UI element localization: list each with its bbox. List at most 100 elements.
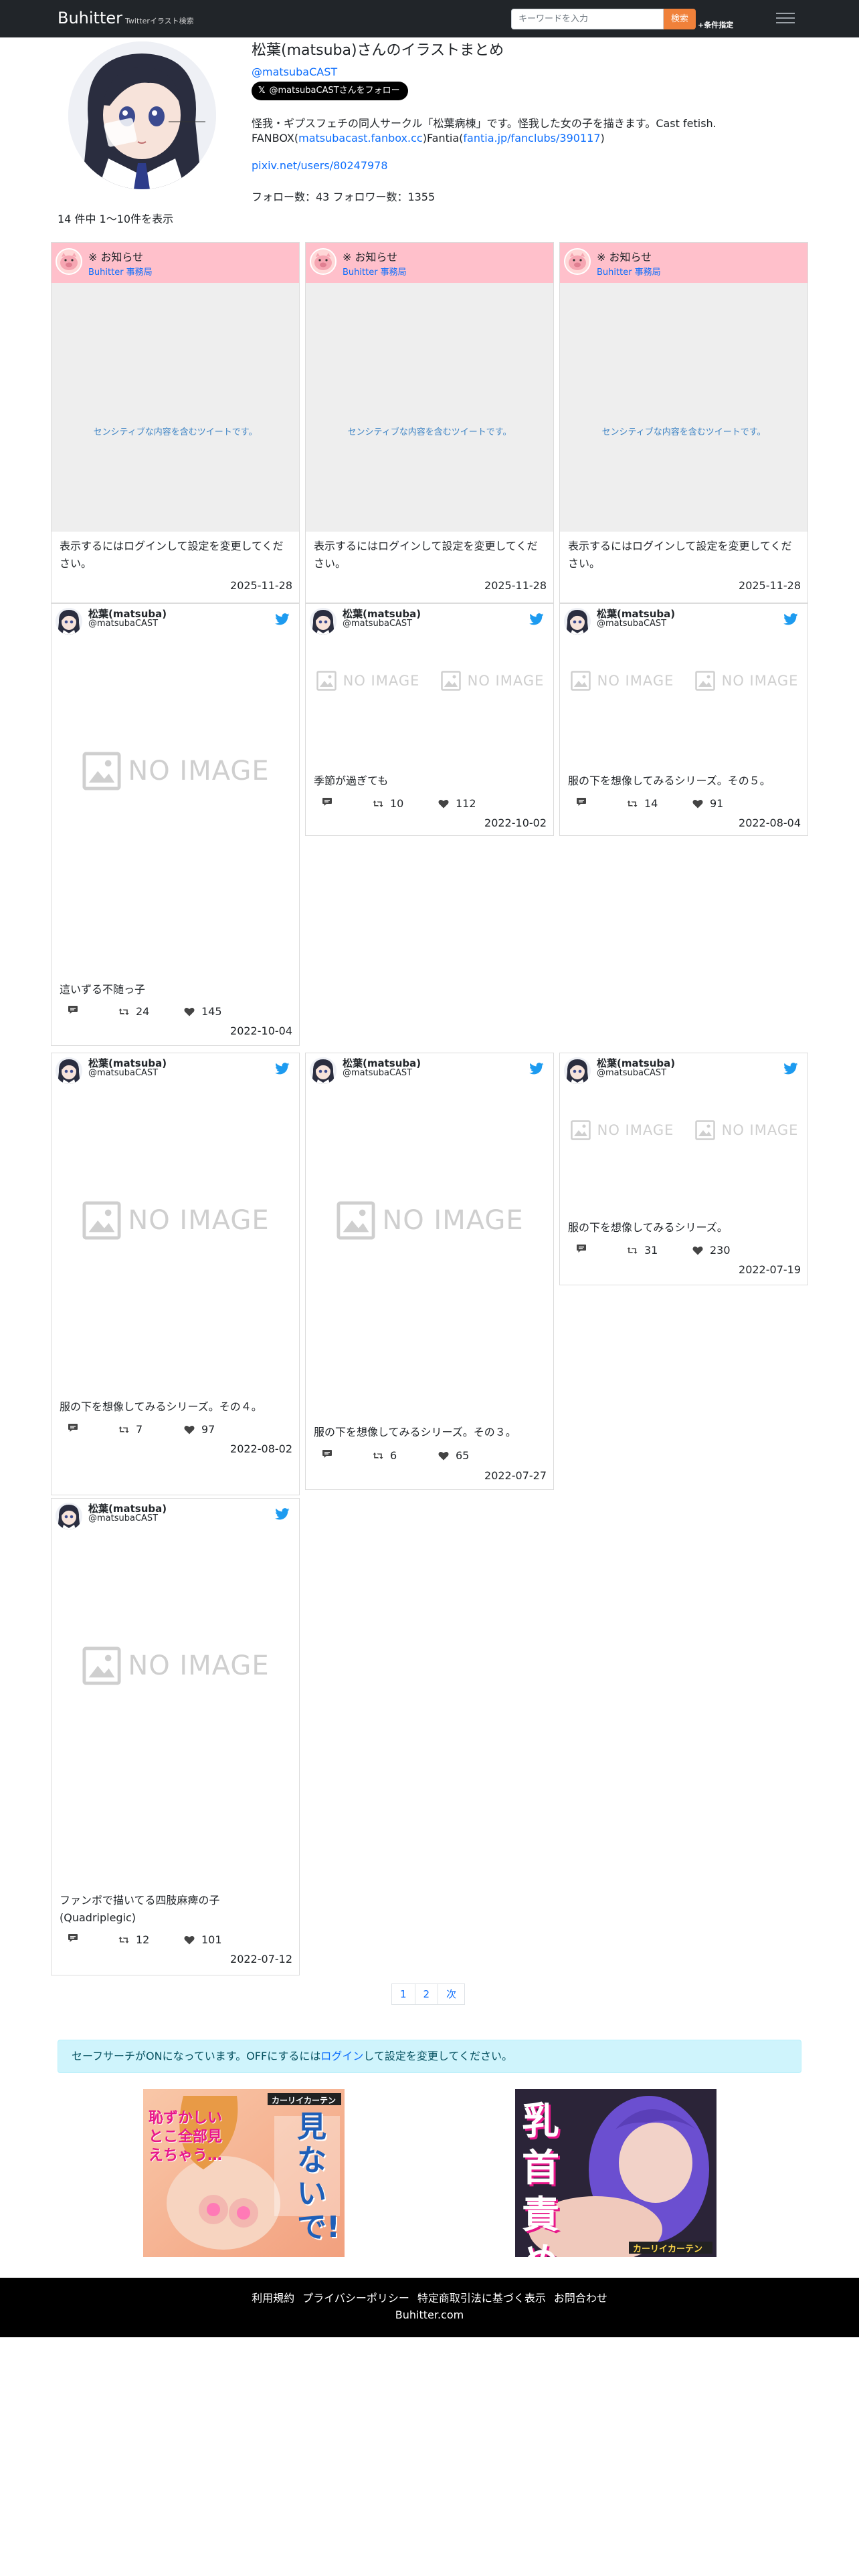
tweet-author-handle[interactable]: @matsubaCAST [88,1068,158,1078]
twitter-bird-icon[interactable] [529,1063,544,1075]
reply-button[interactable] [322,1449,339,1459]
reply-icon [577,1245,586,1253]
retweet-count: 7 [136,1423,143,1436]
tweet-card[interactable]: 松葉(matsuba) @matsubaCAST NO IMAGE ファンボで描… [51,1498,300,1975]
notice-sender-link[interactable]: Buhitter 事務局 [343,265,407,278]
no-image-text: NO IMAGE [721,1122,799,1138]
retweet-button[interactable]: 10 [373,797,403,810]
brand-name[interactable]: Buhitter [58,9,122,27]
next-page-link[interactable]: 次 [438,1983,466,2005]
twitter-bird-icon[interactable] [783,613,798,625]
like-button[interactable]: 65 [438,1449,469,1462]
login-link[interactable]: ログイン [320,2050,363,2062]
sensitive-text: センシティブな内容を含むツイートです。 [601,427,766,437]
footer-contact-link[interactable]: お問合わせ [554,2292,607,2304]
sensitive-text: センシティブな内容を含むツイートです。 [93,427,258,437]
tweet-card[interactable]: 松葉(matsuba) @matsubaCAST NO IMAGE 服の下を想像… [51,1053,300,1495]
tweet-card[interactable]: 松葉(matsuba) @matsubaCAST NO IMAGE 服の下を想像… [305,1053,554,1490]
tweet-card[interactable]: 松葉(matsuba) @matsubaCAST NO IMAGE NO IMAG… [559,603,808,836]
tweet-author-handle[interactable]: @matsubaCAST [597,1068,666,1078]
no-image-placeholder: NO IMAGE [306,1093,555,1348]
page-2-link[interactable]: 2 [414,1983,439,2005]
tweet-card[interactable]: 松葉(matsuba) @matsubaCAST NO IMAGE 這いずる不随… [51,603,300,1046]
sensitive-placeholder: センシティブな内容を含むツイートです。 [560,283,807,532]
reply-button[interactable] [68,1005,85,1014]
twitter-bird-icon[interactable] [783,1063,798,1075]
reply-button[interactable] [322,797,339,807]
profile-handle-link[interactable]: @matsubaCAST [252,66,337,79]
conditions-link[interactable]: +条件指定 [698,19,733,30]
hamburger-icon[interactable] [776,9,795,28]
tweet-author-handle[interactable]: @matsubaCAST [88,619,158,629]
retweet-button[interactable]: 12 [118,1933,149,1946]
like-button[interactable]: 145 [184,1005,222,1018]
twitter-bird-icon[interactable] [529,613,544,625]
notice-date: 2025-11-28 [739,579,801,592]
twitter-bird-icon[interactable] [275,1508,290,1520]
like-heart-icon [184,1935,195,1944]
reply-button[interactable] [68,1933,85,1943]
like-count: 65 [456,1449,470,1462]
like-button[interactable]: 91 [692,797,723,810]
tweet-author-handle[interactable]: @matsubaCAST [343,1068,412,1078]
pig-icon [310,248,337,275]
retweet-button[interactable]: 7 [118,1423,142,1436]
twitter-bird-icon[interactable] [275,613,290,625]
retweet-button[interactable]: 14 [627,797,658,810]
twitter-follow-button[interactable]: 𝕏 @matsubaCASTさんをフォロー [252,82,408,100]
tweet-text: 服の下を想像してみるシリーズ。その３。 [314,1426,516,1438]
pixiv-link[interactable]: pixiv.net/users/80247978 [252,158,388,173]
tweet-avatar[interactable] [310,1057,337,1084]
reply-button[interactable] [576,1244,593,1253]
fantia-link[interactable]: fantia.jp/fanclubs/390117 [463,132,600,144]
tweet-author-handle[interactable]: @matsubaCAST [597,619,666,629]
retweet-button[interactable]: 6 [373,1449,397,1462]
tweet-author-handle[interactable]: @matsubaCAST [88,1513,158,1523]
tweet-avatar[interactable] [56,608,82,635]
sensitive-text: センシティブな内容を含むツイートです。 [347,427,512,437]
like-button[interactable]: 101 [184,1933,222,1946]
reply-icon [577,798,586,806]
reply-button[interactable] [68,1423,85,1432]
ad-banner-1[interactable]: カーリイカーテン 見ないで! 恥ずかしいとこ全部見えちゃう… [143,2089,345,2257]
search-button[interactable]: 検索 [664,9,696,29]
tweet-card[interactable]: 松葉(matsuba) @matsubaCAST NO IMAGE NO IMAG… [305,603,554,836]
like-button[interactable]: 230 [692,1244,731,1257]
tweet-avatar[interactable] [564,1057,591,1084]
footer-privacy-link[interactable]: プライバシーポリシー [302,2292,409,2304]
reply-button[interactable] [576,797,593,807]
tweet-date: 2022-07-27 [484,1469,547,1482]
tweet-author-handle[interactable]: @matsubaCAST [343,619,412,629]
no-image-text: NO IMAGE [721,673,799,689]
tweet-avatar[interactable] [564,608,591,635]
brand-logo[interactable]: Buhitter Twitterイラスト検索 [58,8,194,31]
twitter-bird-icon[interactable] [275,1063,290,1075]
like-button[interactable]: 97 [184,1423,215,1436]
footer-terms-link[interactable]: 利用規約 [252,2292,294,2304]
retweet-button[interactable]: 31 [627,1244,658,1257]
retweet-button[interactable]: 24 [118,1005,149,1018]
notice-body: 表示するにはログインして設定を変更してください。 [568,540,792,570]
tweet-stats: 7 97 [60,1423,291,1439]
footer-domain: Buhitter.com [395,2309,464,2321]
tweet-text: 季節が過ぎても [314,774,389,787]
fanbox-link[interactable]: matsubacast.fanbox.cc [298,132,423,144]
tweet-stats: 14 91 [568,797,799,813]
tweet-date: 2022-08-04 [739,817,801,829]
notice-sender-link[interactable]: Buhitter 事務局 [597,265,661,278]
tweet-card[interactable]: 松葉(matsuba) @matsubaCAST NO IMAGE NO IMAG… [559,1053,808,1285]
retweet-count: 14 [644,797,658,810]
retweet-icon [118,1008,129,1015]
notice-sender-link[interactable]: Buhitter 事務局 [88,265,153,278]
tweet-avatar[interactable] [56,1057,82,1084]
tweet-avatar[interactable] [310,608,337,635]
search-input[interactable]: キーワードを入力 [511,9,664,29]
ad-banner-2[interactable]: 乳首責め カーリイカーテン [515,2089,717,2257]
like-button[interactable]: 112 [438,797,476,810]
no-image-icon [82,1201,121,1240]
page-1-link[interactable]: 1 [391,1983,415,2005]
tweet-avatar[interactable] [56,1503,82,1529]
no-image-icon [337,1201,375,1240]
like-count: 97 [201,1423,215,1436]
footer-commerce-link[interactable]: 特定商取引法に基づく表示 [417,2292,546,2304]
